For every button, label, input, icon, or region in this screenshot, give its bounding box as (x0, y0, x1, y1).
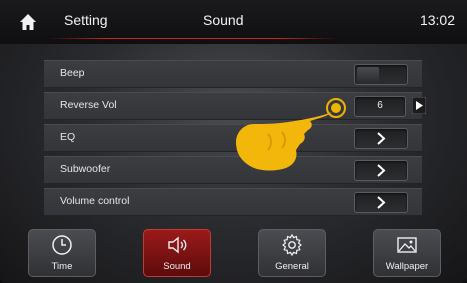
tab-general[interactable]: General (258, 229, 326, 277)
tab-label: General (275, 261, 309, 272)
speaker-icon (168, 236, 187, 254)
home-icon[interactable] (19, 13, 37, 31)
tap-hint-hand-icon (228, 94, 348, 174)
row-volume-control[interactable]: Volume control (44, 188, 422, 216)
row-label: Volume control (60, 195, 130, 207)
chevron-right-icon (377, 196, 386, 209)
page-title: Sound (203, 12, 244, 28)
head-unit-screen: Setting Sound 13:02 Beep Reverse Vol 6 E… (0, 0, 467, 283)
tab-wallpaper[interactable]: Wallpaper (373, 229, 441, 277)
subwoofer-open-button[interactable] (354, 160, 408, 181)
volume-control-open-button[interactable] (354, 192, 408, 213)
toggle-knob (357, 67, 379, 82)
clock-icon (52, 235, 72, 255)
tab-time[interactable]: Time (28, 229, 96, 277)
reverse-vol-stepper[interactable]: 6 (354, 96, 406, 117)
tab-sound[interactable]: Sound (143, 229, 211, 277)
row-label: EQ (60, 131, 76, 143)
increase-arrow-icon[interactable] (411, 96, 427, 115)
breadcrumb-setting: Setting (64, 12, 108, 28)
clock: 13:02 (419, 12, 455, 28)
chevron-right-icon (377, 164, 386, 177)
row-label: Subwoofer (60, 163, 111, 175)
reverse-vol-value: 6 (377, 100, 383, 111)
top-bar: Setting Sound 13:02 (0, 0, 467, 44)
gear-icon (282, 234, 302, 256)
chevron-right-icon (377, 132, 386, 145)
beep-toggle[interactable] (354, 64, 408, 85)
row-label: Beep (60, 67, 85, 79)
row-beep[interactable]: Beep (44, 60, 422, 88)
row-label: Reverse Vol (60, 99, 117, 111)
tab-label: Sound (163, 261, 191, 272)
eq-open-button[interactable] (354, 128, 408, 149)
tab-label: Wallpaper (385, 261, 429, 272)
tab-label: Time (51, 261, 73, 272)
header-accent-line (48, 38, 338, 39)
image-icon (397, 237, 417, 253)
